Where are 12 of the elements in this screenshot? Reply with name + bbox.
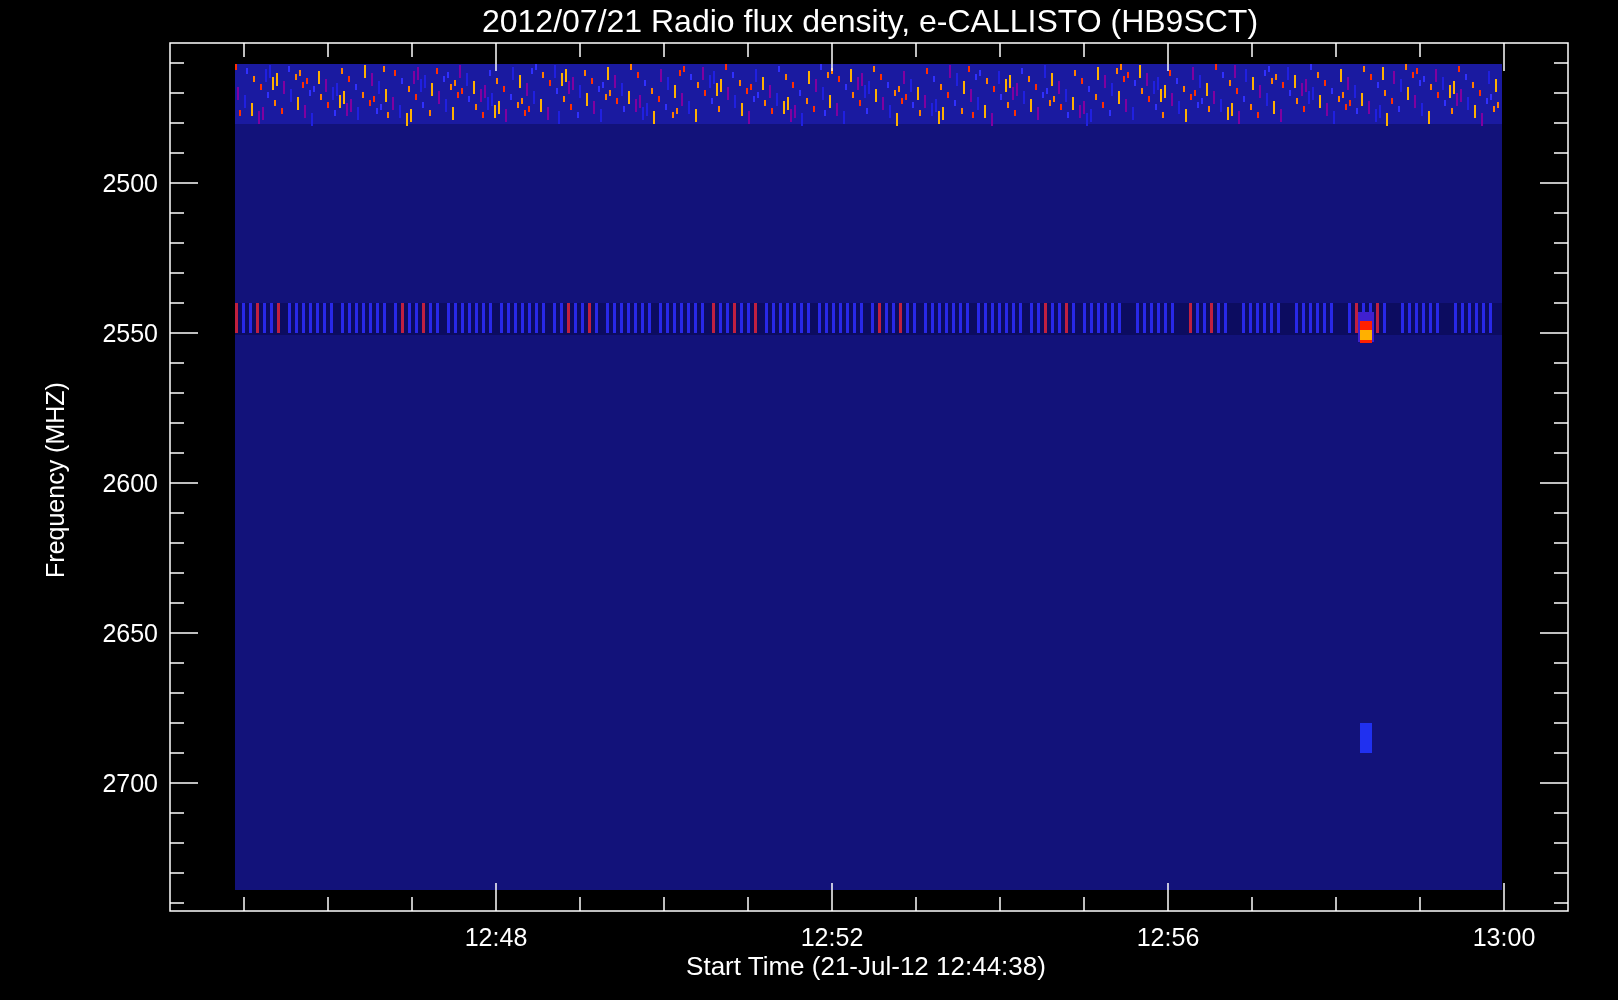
y-tick-label: 2600 bbox=[102, 469, 158, 497]
x-axis-label: Start Time (21-Jul-12 12:44:38) bbox=[686, 951, 1046, 981]
x-tick-label: 12:56 bbox=[1136, 923, 1200, 951]
y-axis-label: Frequency (MHZ) bbox=[41, 382, 69, 578]
y-tick-label: 2700 bbox=[102, 769, 158, 797]
chart-title: 2012/07/21 Radio flux density, e-CALLISTO (HB9SCT) bbox=[481, 3, 1259, 39]
x-tick-label: 13:00 bbox=[1472, 923, 1536, 951]
x-tick-label: 12:48 bbox=[464, 923, 528, 951]
y-tick-label: 2500 bbox=[102, 169, 158, 197]
x-tick-label: 12:52 bbox=[800, 923, 864, 951]
y-tick-label: 2550 bbox=[102, 319, 158, 347]
y-tick-label: 2650 bbox=[102, 619, 158, 647]
